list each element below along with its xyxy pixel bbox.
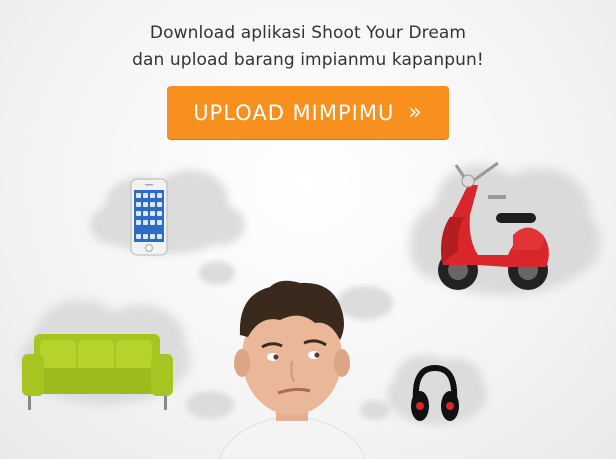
thinking-man-illustration <box>219 280 366 459</box>
cta-label: UPLOAD MIMPIMU <box>193 100 395 125</box>
scooter-icon <box>438 161 549 290</box>
phone-icon <box>130 178 168 256</box>
headphones-icon <box>411 364 459 421</box>
headline-line-2: dan upload barang impianmu kapanpun! <box>132 50 484 70</box>
chevron-right-icon: » <box>408 100 423 125</box>
headline-line-1: Download aplikasi Shoot Your Dream <box>149 23 467 43</box>
sofa-icon <box>22 334 173 410</box>
promo-headline: Download aplikasi Shoot Your Dream dan u… <box>0 20 616 74</box>
upload-mimpimu-button[interactable]: UPLOAD MIMPIMU » <box>167 86 449 139</box>
